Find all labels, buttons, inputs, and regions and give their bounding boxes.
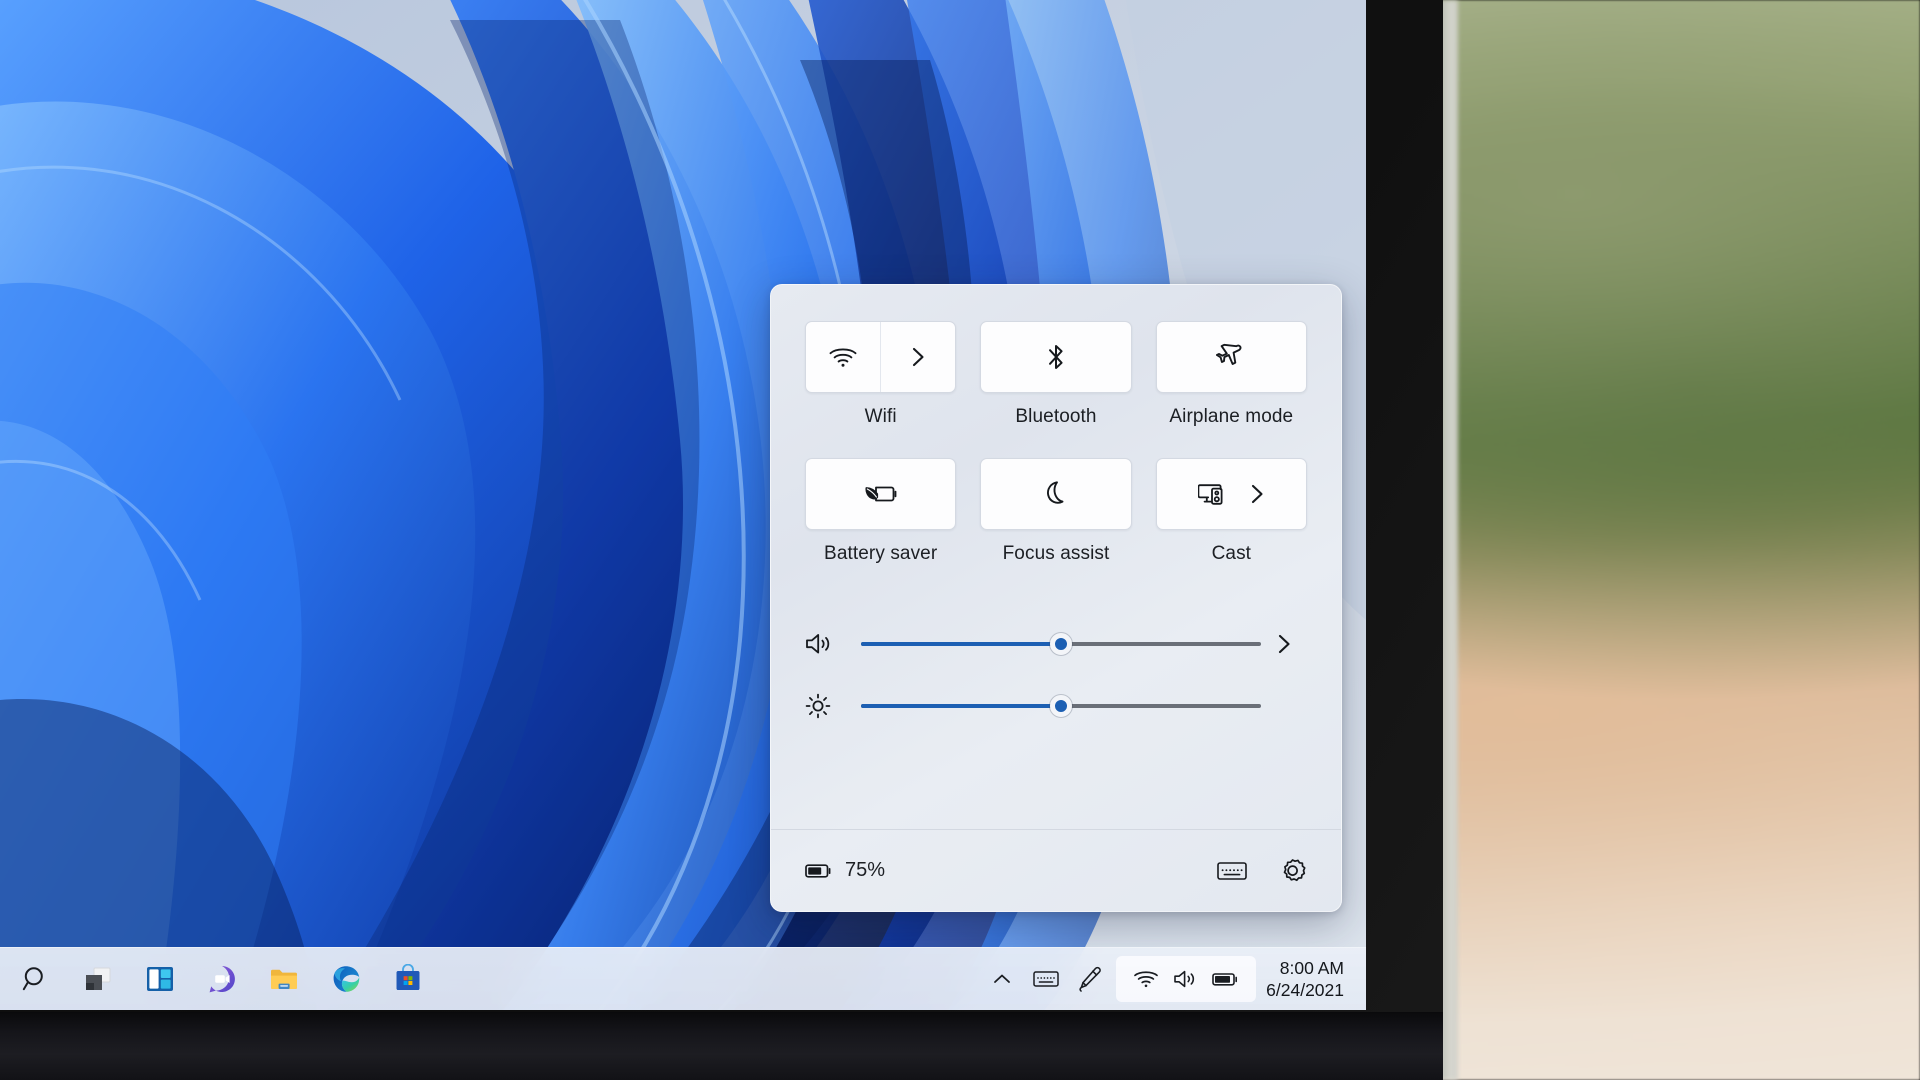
- system-tray: 8:00 AM 6/24/2021: [980, 956, 1358, 1002]
- edge-icon: [331, 964, 361, 994]
- store-icon: [393, 964, 423, 994]
- tile-label-airplane-mode: Airplane mode: [1169, 406, 1294, 427]
- taskbar: 8:00 AM 6/24/2021: [0, 947, 1366, 1010]
- quick-settings-tiles: Wifi Bluetooth Airplane mode Battery sav…: [771, 285, 1341, 829]
- wifi-toggle-button[interactable]: [806, 322, 880, 392]
- volume-slider-row: [805, 613, 1307, 675]
- taskbar-item-widgets[interactable]: [138, 957, 182, 1001]
- chevron-right-icon: [911, 345, 926, 369]
- tile-cell-battery-saver: Battery saver: [805, 458, 957, 565]
- moon-icon: [1043, 479, 1069, 509]
- taskbar-item-task-view[interactable]: [76, 957, 120, 1001]
- volume-expand-button[interactable]: [1261, 632, 1307, 656]
- cast-icon: [1198, 481, 1228, 507]
- clock-time: 8:00 AM: [1279, 957, 1344, 978]
- tray-overflow-button[interactable]: [980, 957, 1024, 1001]
- brightness-slider-fill: [861, 704, 1061, 708]
- speaker-icon[interactable]: [805, 631, 861, 657]
- quick-settings-footer: 75%: [771, 829, 1341, 911]
- laptop-base: [0, 1012, 1443, 1080]
- chat-icon: [207, 964, 237, 994]
- search-icon: [22, 965, 50, 993]
- tray-volume-icon: [1168, 963, 1204, 995]
- tile-focus-assist[interactable]: [980, 458, 1132, 530]
- tile-grid-row-2: Battery saver Focus assist Cast: [805, 458, 1307, 565]
- taskbar-clock[interactable]: 8:00 AM 6/24/2021: [1260, 957, 1358, 1002]
- keyboard-icon[interactable]: [1217, 860, 1247, 882]
- volume-slider-track[interactable]: [861, 633, 1261, 655]
- volume-slider-fill: [861, 642, 1061, 646]
- brightness-slider-track[interactable]: [861, 695, 1261, 717]
- battery-status: 75%: [805, 859, 885, 882]
- taskbar-apps: [14, 957, 430, 1001]
- tray-battery-icon: [1208, 963, 1244, 995]
- tile-wifi[interactable]: [805, 321, 957, 393]
- pen-icon: [1078, 966, 1102, 992]
- taskbar-item-file-explorer[interactable]: [262, 957, 306, 1001]
- brightness-slider-row: [805, 675, 1307, 737]
- tile-battery-saver[interactable]: [805, 458, 957, 530]
- tile-label-focus-assist: Focus assist: [1002, 543, 1110, 564]
- battery-icon: [805, 862, 833, 880]
- tile-row-spacer: [805, 428, 1307, 458]
- tile-grid-row-1: Wifi Bluetooth Airplane mode: [805, 321, 1307, 428]
- quick-settings-panel: Wifi Bluetooth Airplane mode Battery sav…: [770, 284, 1342, 912]
- cast-expand-chevron-icon[interactable]: [1250, 482, 1265, 506]
- slider-section: [805, 565, 1307, 737]
- taskbar-item-store[interactable]: [386, 957, 430, 1001]
- footer-buttons: [1217, 857, 1307, 885]
- brightness-icon: [805, 693, 861, 719]
- task-view-icon: [83, 964, 113, 994]
- tile-label-wifi: Wifi: [864, 406, 897, 427]
- brightness-slider-knob[interactable]: [1050, 695, 1072, 717]
- tray-pen-button[interactable]: [1068, 957, 1112, 1001]
- wifi-icon: [828, 345, 858, 369]
- tile-bluetooth[interactable]: [980, 321, 1132, 393]
- tile-cell-bluetooth: Bluetooth: [980, 321, 1132, 428]
- tray-touch-keyboard-button[interactable]: [1024, 957, 1068, 1001]
- folder-icon: [269, 964, 299, 994]
- gear-icon[interactable]: [1279, 857, 1307, 885]
- tile-label-cast: Cast: [1211, 543, 1252, 564]
- widgets-icon: [145, 964, 175, 994]
- chevron-up-icon: [992, 972, 1012, 986]
- volume-slider-knob[interactable]: [1050, 633, 1072, 655]
- taskbar-item-edge[interactable]: [324, 957, 368, 1001]
- taskbar-item-search[interactable]: [14, 957, 58, 1001]
- battery-percent-label: 75%: [845, 859, 886, 881]
- tile-airplane-mode[interactable]: [1155, 321, 1307, 393]
- tile-cast[interactable]: [1155, 458, 1307, 530]
- quick-settings-tray-button[interactable]: [1116, 956, 1257, 1002]
- tile-label-battery-saver: Battery saver: [824, 543, 938, 564]
- tile-cell-airplane-mode: Airplane mode: [1155, 321, 1307, 428]
- laptop-screen: Wifi Bluetooth Airplane mode Battery sav…: [0, 0, 1366, 1010]
- touch-keyboard-icon: [1033, 969, 1059, 989]
- tile-label-bluetooth: Bluetooth: [1015, 406, 1097, 427]
- clock-date: 6/24/2021: [1266, 980, 1344, 1000]
- battery-saver-icon: [864, 483, 898, 505]
- tile-cell-wifi: Wifi: [805, 321, 957, 428]
- tray-wifi-icon: [1128, 963, 1164, 995]
- tile-cell-cast: Cast: [1155, 458, 1307, 565]
- wifi-expand-button[interactable]: [881, 322, 955, 392]
- taskbar-item-chat[interactable]: [200, 957, 244, 1001]
- airplane-icon: [1216, 343, 1246, 371]
- bluetooth-icon: [1046, 342, 1066, 372]
- tile-cell-focus-assist: Focus assist: [980, 458, 1132, 565]
